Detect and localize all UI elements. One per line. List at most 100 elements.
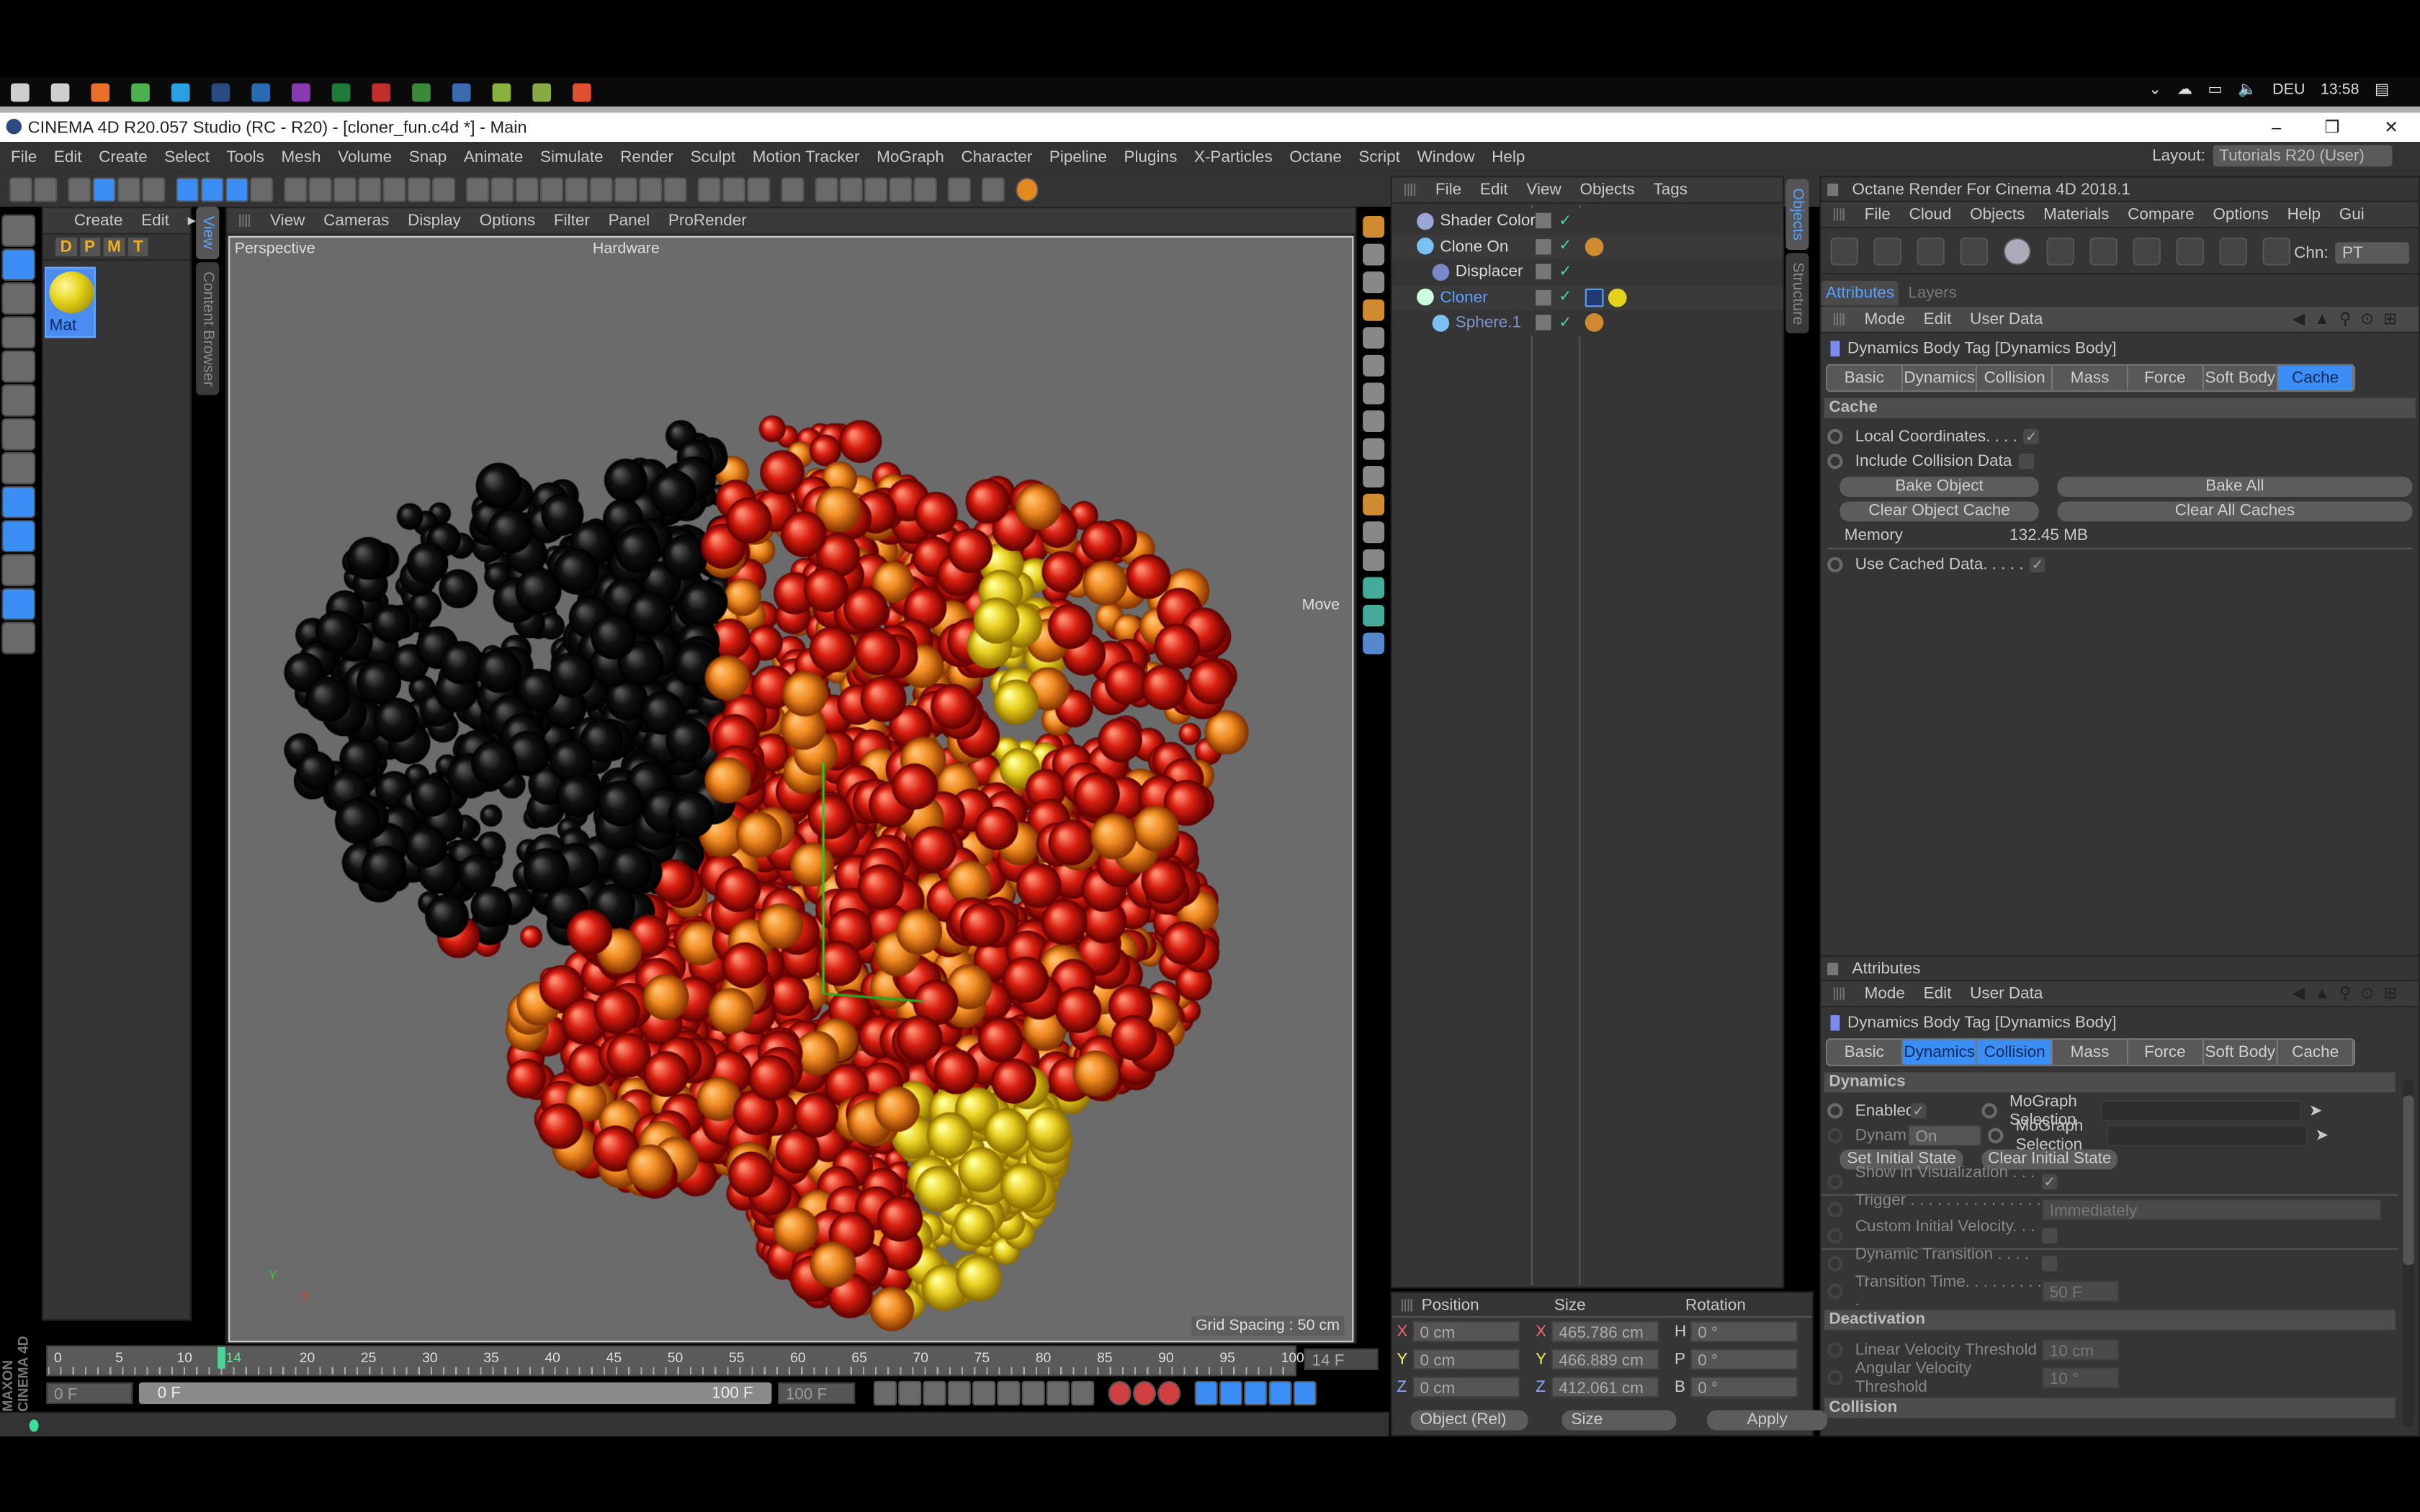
taskbar-c4d-icon[interactable]: [211, 82, 230, 102]
octane-region-icon[interactable]: [2133, 236, 2161, 265]
object-name[interactable]: Sphere.1: [1456, 314, 1521, 333]
bake-all-button[interactable]: Bake All: [2057, 477, 2413, 498]
coord-field-p[interactable]: 0 cm: [1412, 1320, 1520, 1343]
mograph-selection-field-2[interactable]: [2107, 1125, 2308, 1147]
visibility-toggle[interactable]: [1536, 238, 1551, 255]
menu-motion-tracker[interactable]: Motion Tracker: [753, 148, 860, 166]
octane-menu-cloud[interactable]: Cloud: [1909, 205, 1952, 224]
mode-icon-5[interactable]: [1, 384, 36, 417]
renderer-label[interactable]: Hardware: [593, 240, 660, 258]
taskbar-wacom-icon[interactable]: [412, 82, 431, 102]
tab-view[interactable]: View: [196, 207, 220, 258]
object-row[interactable]: Cloner ✓: [1392, 284, 1783, 310]
viewport-tool-icon[interactable]: [1363, 577, 1385, 599]
pla-icon[interactable]: [1293, 1380, 1317, 1406]
enable-check-icon[interactable]: ✓: [1559, 315, 1572, 332]
mode-icon-7[interactable]: [1, 451, 36, 485]
viewport-tool-icon[interactable]: [1363, 354, 1385, 377]
object-row[interactable]: Shader Color ✓: [1392, 208, 1783, 234]
animate-radio[interactable]: [1827, 557, 1843, 573]
coord-field-s[interactable]: 466.889 cm: [1551, 1348, 1659, 1370]
viewport-menu-options[interactable]: Options: [480, 212, 536, 230]
coord-field-s[interactable]: 412.061 cm: [1551, 1376, 1659, 1398]
menu-select[interactable]: Select: [164, 148, 210, 166]
animate-radio[interactable]: [1827, 1228, 1843, 1244]
toolbar-button[interactable]: [308, 176, 332, 202]
scrollbar[interactable]: [2403, 1080, 2414, 1428]
local-coordinates-checkbox[interactable]: ✓: [2023, 428, 2039, 445]
octane-snapshot-icon[interactable]: [1960, 236, 1989, 265]
animate-radio[interactable]: [1827, 454, 1843, 469]
network-icon[interactable]: ▭: [2208, 82, 2222, 99]
grip-icon[interactable]: [1833, 987, 1846, 1000]
octane-start-icon[interactable]: [2262, 236, 2291, 265]
prev-frame-icon[interactable]: [947, 1380, 971, 1406]
clock[interactable]: 13:58: [2321, 82, 2360, 99]
viewport-tool-icon[interactable]: [1363, 632, 1385, 654]
toolbar-button[interactable]: [747, 176, 771, 202]
octane-menu-options[interactable]: Options: [2213, 205, 2269, 224]
tab-cache[interactable]: Cache: [2278, 1040, 2354, 1065]
mode-icon-1[interactable]: [1, 248, 36, 282]
octane-material-pick-icon[interactable]: [1830, 236, 1859, 265]
octane-snapshot2-icon[interactable]: [1917, 236, 1945, 265]
layout-select[interactable]: Tutorials R20 (User): [2213, 145, 2393, 167]
taskbar-chrome-icon[interactable]: [131, 82, 150, 102]
dynamic-select[interactable]: On: [1907, 1125, 1982, 1147]
enable-check-icon[interactable]: ✓: [1559, 212, 1572, 230]
grip-icon[interactable]: [1404, 184, 1417, 197]
next-key-icon[interactable]: [1021, 1380, 1045, 1406]
object-menu-tags[interactable]: Tags: [1653, 181, 1688, 199]
attributes-menu-mode[interactable]: Mode: [1865, 310, 1905, 329]
object-menu-file[interactable]: File: [1435, 181, 1461, 199]
toolbar-button[interactable]: [889, 176, 913, 202]
range-slider[interactable]: 0 F 100 F: [138, 1382, 772, 1405]
octane-menu-help[interactable]: Help: [2287, 205, 2321, 224]
dynamic-transition-checkbox[interactable]: [2042, 1256, 2058, 1272]
toolbar-button[interactable]: [515, 176, 539, 202]
filter-t[interactable]: T: [128, 238, 148, 256]
object-row[interactable]: Sphere.1 ✓: [1392, 310, 1783, 336]
toolbar-button[interactable]: [490, 176, 514, 202]
tab-soft-body[interactable]: Soft Body: [2203, 365, 2279, 391]
menu-window[interactable]: Window: [1417, 148, 1475, 166]
record-icon[interactable]: [1108, 1380, 1131, 1406]
grip-icon[interactable]: [1833, 208, 1846, 221]
use-cached-data-checkbox[interactable]: ✓: [2030, 557, 2045, 573]
tab-content-browser[interactable]: Content Browser: [196, 261, 220, 395]
menu-volume[interactable]: Volume: [338, 148, 392, 166]
octane-menu-gui[interactable]: Gui: [2339, 205, 2365, 224]
toolbar-button[interactable]: [250, 176, 274, 202]
toolbar-button[interactable]: [9, 176, 33, 202]
tab-force[interactable]: Force: [2128, 365, 2204, 391]
toolbar-button[interactable]: [663, 176, 687, 202]
viewport-tool-icon[interactable]: [1363, 549, 1385, 571]
tab-collision[interactable]: Collision: [1977, 365, 2053, 391]
enable-check-icon[interactable]: ✓: [1559, 264, 1572, 281]
octane-focus-icon[interactable]: [1873, 236, 1902, 265]
animate-radio[interactable]: [1827, 1128, 1843, 1143]
coord-field-r[interactable]: 0 °: [1690, 1348, 1798, 1370]
next-frame-icon[interactable]: [997, 1380, 1021, 1406]
taskbar-photoshop-icon[interactable]: [251, 82, 271, 102]
enable-check-icon[interactable]: ✓: [1559, 238, 1572, 256]
toolbar-button[interactable]: [432, 176, 456, 202]
octane-pause-icon[interactable]: [2176, 236, 2205, 265]
filter-p[interactable]: P: [79, 238, 100, 256]
loop-icon[interactable]: [1046, 1380, 1070, 1406]
play-icon[interactable]: [972, 1380, 996, 1406]
playhead[interactable]: [218, 1346, 226, 1369]
tab-attributes[interactable]: Attributes: [1821, 281, 1899, 306]
minimize-button[interactable]: –: [2272, 118, 2281, 137]
viewport-tool-icon[interactable]: [1363, 243, 1385, 266]
grip-icon[interactable]: [1401, 1298, 1414, 1311]
show-visualization-checkbox[interactable]: ✓: [2042, 1174, 2058, 1190]
tab-force[interactable]: Force: [2128, 1040, 2204, 1065]
object-name[interactable]: Cloner: [1440, 288, 1487, 307]
include-collision-checkbox[interactable]: [2017, 454, 2034, 469]
object-menu-objects[interactable]: Objects: [1579, 181, 1634, 199]
animate-radio[interactable]: [1827, 1342, 1843, 1358]
object-menu-view[interactable]: View: [1526, 181, 1561, 199]
angular-velocity-field[interactable]: 10 °: [2042, 1367, 2120, 1389]
more-arrow-icon[interactable]: ▸: [188, 212, 196, 230]
